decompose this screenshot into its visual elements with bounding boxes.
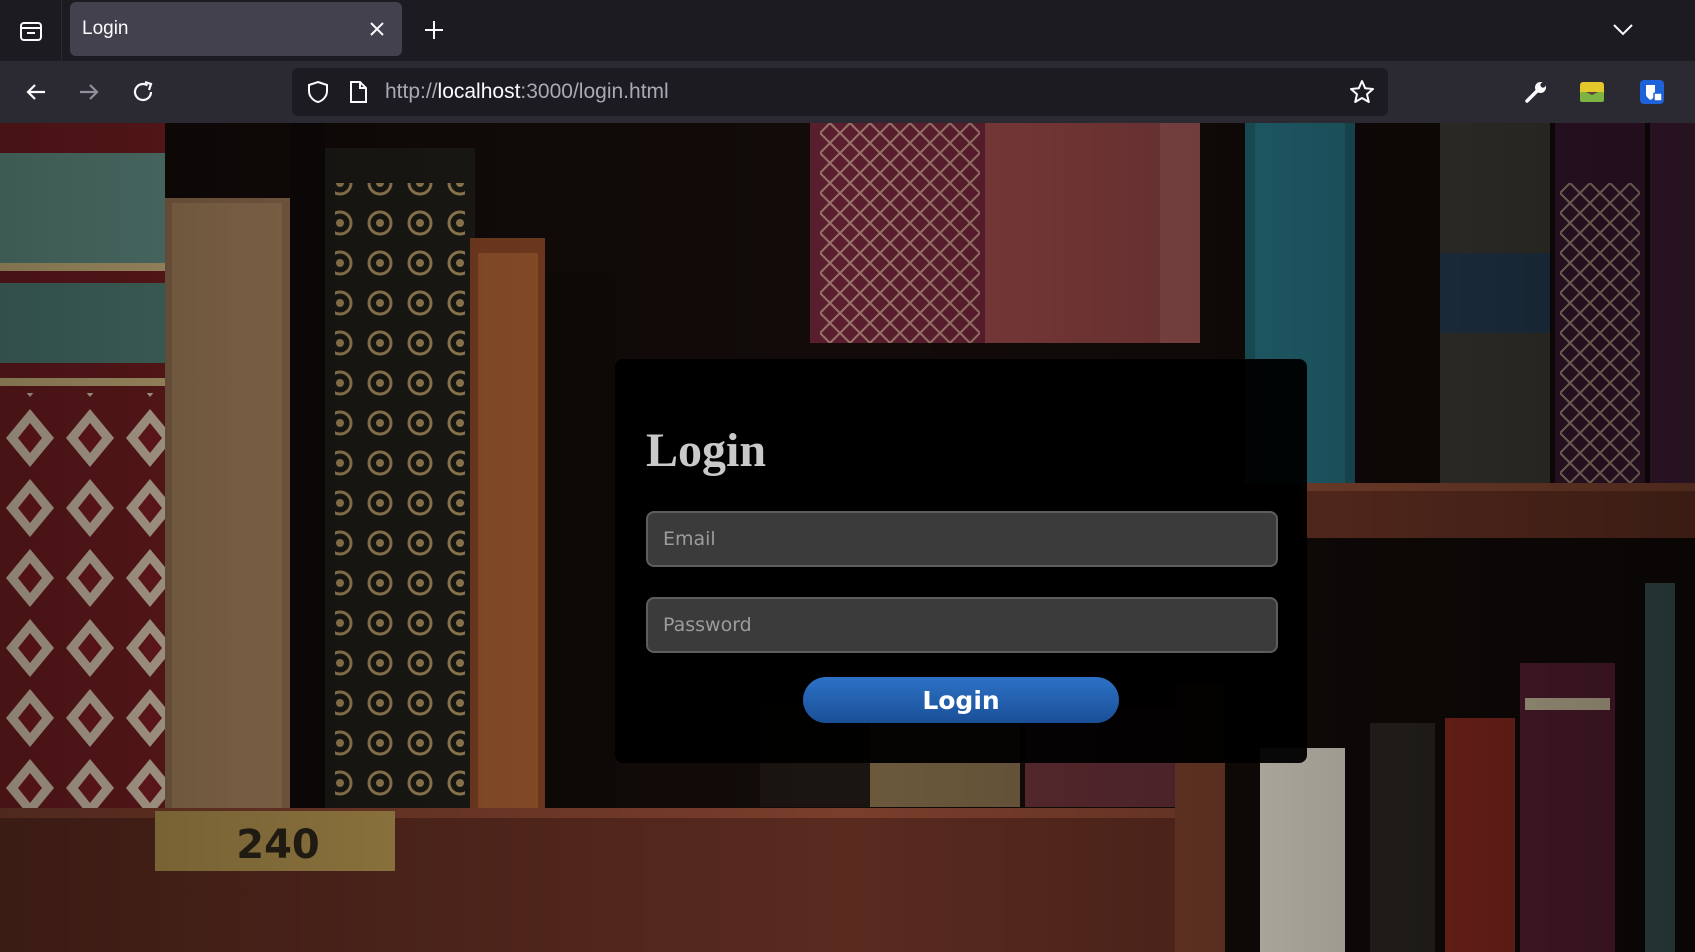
site-info-button[interactable] — [344, 78, 372, 106]
back-arrow-icon — [26, 84, 45, 100]
tab-list-button[interactable] — [0, 0, 62, 61]
devtools-button[interactable] — [1518, 74, 1554, 110]
extension-button-2[interactable] — [1634, 74, 1670, 110]
page-viewport: 240 Login Login — [0, 123, 1695, 952]
password-input[interactable] — [646, 597, 1278, 653]
tab-list-icon — [19, 21, 42, 41]
navigation-toolbar: http://localhost:3000/login.html — [0, 61, 1695, 123]
extension-shield-icon — [1640, 80, 1664, 104]
url-text[interactable]: http://localhost:3000/login.html — [385, 68, 669, 116]
tracking-protection-button[interactable] — [304, 78, 332, 106]
shield-icon — [308, 80, 328, 104]
star-icon — [1350, 80, 1374, 103]
back-button[interactable] — [18, 74, 54, 110]
reload-icon — [133, 80, 153, 102]
extension-landscape-icon — [1580, 82, 1604, 102]
login-heading: Login — [646, 424, 767, 477]
tab-bar: Login — [0, 0, 1695, 61]
shelf-label: 240 — [236, 822, 320, 868]
tab-title: Login — [82, 18, 129, 39]
page-icon — [350, 81, 367, 103]
list-all-tabs-button[interactable] — [1606, 12, 1640, 46]
url-protocol: http:// — [385, 80, 438, 103]
forward-button[interactable] — [71, 74, 107, 110]
plus-icon — [425, 21, 443, 39]
close-icon — [370, 22, 384, 36]
new-tab-button[interactable] — [418, 14, 450, 46]
forward-arrow-icon — [80, 84, 99, 100]
url-path: :3000/login.html — [520, 80, 669, 103]
url-host: localhost — [437, 80, 521, 103]
tab-close-button[interactable] — [362, 14, 392, 44]
wrench-icon — [1525, 82, 1546, 103]
email-input[interactable] — [646, 511, 1278, 567]
login-form-card: Login Login — [615, 359, 1307, 763]
bookmark-button[interactable] — [1348, 78, 1376, 106]
reload-button[interactable] — [125, 74, 161, 110]
chevron-down-icon — [1613, 24, 1633, 36]
extension-button-1[interactable] — [1574, 74, 1610, 110]
login-button[interactable]: Login — [803, 677, 1119, 723]
tab-login[interactable]: Login — [70, 2, 402, 56]
address-bar[interactable]: http://localhost:3000/login.html — [292, 68, 1388, 116]
